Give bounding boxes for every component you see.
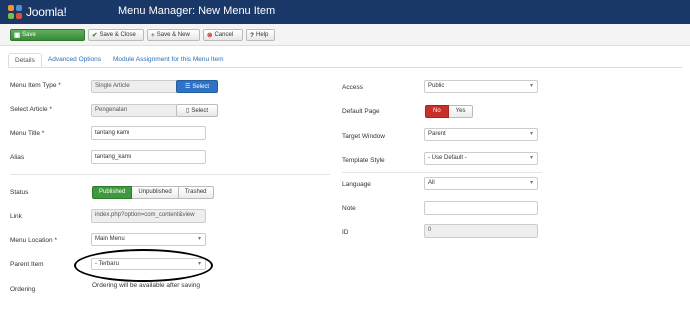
access-label: Access [342, 84, 363, 91]
save-button[interactable]: ▣ Save [10, 29, 85, 41]
help-button[interactable]: ? Help [246, 29, 275, 41]
save-label: Save [22, 32, 36, 38]
menu-location-label: Menu Location * [10, 237, 57, 244]
link-label: Link [10, 213, 22, 220]
cancel-icon: ⊗ [207, 32, 213, 39]
divider [342, 172, 542, 173]
save-new-button[interactable]: + Save & New [147, 29, 200, 41]
help-label: Help [255, 32, 269, 38]
link-field: index.php?option=com_content&view [91, 209, 206, 223]
menu-item-type-field: Single Article [91, 80, 177, 93]
menu-location-select[interactable]: Main Menu [91, 233, 206, 246]
tab-bar: Details Advanced Options Module Assignme… [8, 53, 230, 68]
template-style-select[interactable]: - Use Default - [424, 152, 538, 165]
note-label: Note [342, 205, 356, 212]
cancel-label: Cancel [214, 32, 234, 38]
divider [10, 174, 330, 175]
page-title: Menu Manager: New Menu Item [118, 5, 276, 17]
default-page-yes-option[interactable]: Yes [448, 105, 474, 118]
default-page-toggle: No Yes [425, 105, 474, 118]
target-window-select[interactable]: Parent [424, 128, 538, 141]
check-icon: ✔ [92, 32, 98, 39]
save-close-label: Save & Close [99, 32, 136, 38]
help-icon: ? [250, 31, 254, 39]
status-published-option[interactable]: Published [92, 186, 133, 199]
note-input[interactable] [424, 201, 538, 215]
ordering-note: Ordering will be available after saving [92, 282, 201, 289]
header-bar: Joomla! Menu Manager: New Menu Item [0, 0, 690, 24]
alias-label: Alias [10, 154, 25, 161]
target-window-label: Target Window [342, 133, 385, 140]
select-article-label: Select Article * [10, 106, 52, 113]
file-icon: ▯ [186, 108, 190, 114]
default-page-no-option[interactable]: No [425, 105, 449, 118]
language-label: Language [342, 181, 371, 188]
status-unpublished-option[interactable]: Unpublished [132, 186, 179, 199]
template-style-label: Template Style [342, 157, 385, 164]
language-select[interactable]: All [424, 177, 538, 190]
tab-details[interactable]: Details [8, 53, 42, 68]
access-select[interactable]: Public [424, 80, 538, 93]
toolbar: ▣ Save ✔ Save & Close + Save & New ⊗ Can… [0, 24, 690, 46]
joomla-logo-icon [8, 4, 23, 20]
logo-text: Joomla! [26, 5, 67, 19]
default-page-label: Default Page [342, 108, 380, 115]
select-label: Select [192, 83, 210, 90]
cancel-button[interactable]: ⊗ Cancel [203, 29, 243, 41]
status-label: Status [10, 189, 29, 196]
menu-item-type-select-button[interactable]: ☰ Select [176, 80, 218, 93]
save-new-label: Save & New [156, 32, 190, 38]
list-icon: ☰ [184, 84, 191, 90]
select-article-button[interactable]: ▯ Select [176, 104, 218, 117]
parent-item-label: Parent Item [10, 261, 44, 268]
joomla-logo: Joomla! [8, 3, 67, 21]
save-close-button[interactable]: ✔ Save & Close [88, 29, 144, 41]
status-trashed-option[interactable]: Trashed [178, 186, 214, 199]
save-icon: ▣ [14, 32, 21, 39]
hand-drawn-circle-annotation [74, 249, 213, 282]
select-article-field: Pengenalan [91, 104, 177, 117]
menu-title-input[interactable] [91, 126, 206, 140]
alias-input[interactable] [91, 150, 206, 164]
tab-divider [8, 67, 682, 68]
ordering-label: Ordering [10, 286, 36, 293]
menu-title-label: Menu Title * [10, 130, 45, 137]
id-label: ID [342, 229, 349, 236]
menu-item-type-label: Menu Item Type * [10, 82, 61, 89]
tab-module-assignment[interactable]: Module Assignment for this Menu Item [107, 53, 230, 68]
select-article-button-label: Select [191, 107, 208, 114]
id-field: 0 [424, 224, 538, 238]
plus-icon: + [151, 31, 155, 39]
tab-advanced-options[interactable]: Advanced Options [42, 53, 107, 68]
status-toggle: Published Unpublished Trashed [92, 186, 214, 199]
